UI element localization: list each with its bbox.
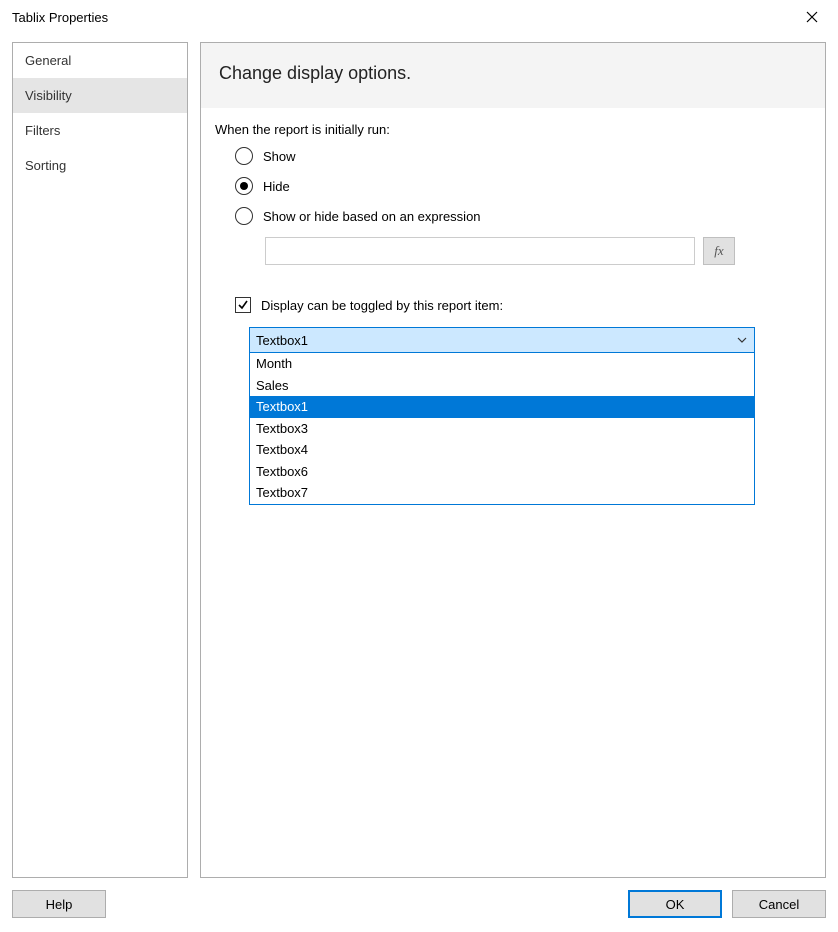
close-icon: [806, 11, 818, 23]
radio-row-show[interactable]: Show: [235, 147, 811, 165]
radio-show[interactable]: [235, 147, 253, 165]
list-item[interactable]: Textbox7: [250, 482, 754, 504]
expression-row: fx: [215, 237, 811, 265]
list-item[interactable]: Sales: [250, 375, 754, 397]
dropdown-value: Textbox1: [256, 333, 308, 348]
right-buttons: OK Cancel: [628, 890, 826, 918]
radio-expression-label: Show or hide based on an expression: [263, 209, 481, 224]
fx-button[interactable]: fx: [703, 237, 735, 265]
close-button[interactable]: [796, 1, 828, 33]
titlebar: Tablix Properties: [0, 0, 838, 34]
check-icon: [237, 299, 249, 311]
radio-row-hide[interactable]: Hide: [235, 177, 811, 195]
sidebar-item-general[interactable]: General: [13, 43, 187, 78]
toggle-checkbox-label: Display can be toggled by this report it…: [261, 298, 503, 313]
toggle-item-listbox[interactable]: Month Sales Textbox1 Textbox3 Textbox4 T…: [249, 353, 755, 505]
radio-group-initial-run: Show Hide Show or hide based on an expre…: [215, 147, 811, 225]
radio-row-expression[interactable]: Show or hide based on an expression: [235, 207, 811, 225]
sidebar-item-filters[interactable]: Filters: [13, 113, 187, 148]
toggle-item-dropdown[interactable]: Textbox1: [249, 327, 755, 353]
radio-expression[interactable]: [235, 207, 253, 225]
sidebar-item-sorting[interactable]: Sorting: [13, 148, 187, 183]
button-bar: Help OK Cancel: [12, 888, 826, 920]
radio-hide-label: Hide: [263, 179, 290, 194]
chevron-down-icon: [736, 334, 748, 346]
fx-icon: fx: [714, 243, 723, 259]
main-panel: Change display options. When the report …: [200, 42, 826, 878]
radio-show-label: Show: [263, 149, 296, 164]
cancel-button[interactable]: Cancel: [732, 890, 826, 918]
list-item[interactable]: Textbox4: [250, 439, 754, 461]
help-button[interactable]: Help: [12, 890, 106, 918]
expression-input[interactable]: [265, 237, 695, 265]
list-item[interactable]: Textbox1: [250, 396, 754, 418]
sidebar: General Visibility Filters Sorting: [12, 42, 188, 878]
list-item[interactable]: Textbox6: [250, 461, 754, 483]
panel-body: When the report is initially run: Show H…: [201, 108, 825, 519]
list-item[interactable]: Textbox3: [250, 418, 754, 440]
toggle-checkbox-row[interactable]: Display can be toggled by this report it…: [215, 297, 811, 313]
panel-heading: Change display options.: [201, 43, 825, 108]
toggle-item-dropdown-wrap: Textbox1 Month Sales Textbox1 Textbox3 T…: [215, 327, 811, 505]
radio-hide[interactable]: [235, 177, 253, 195]
toggle-checkbox[interactable]: [235, 297, 251, 313]
content-area: General Visibility Filters Sorting Chang…: [12, 42, 826, 878]
list-item[interactable]: Month: [250, 353, 754, 375]
ok-button[interactable]: OK: [628, 890, 722, 918]
window-title: Tablix Properties: [10, 10, 108, 25]
sidebar-item-visibility[interactable]: Visibility: [13, 78, 187, 113]
initial-run-label: When the report is initially run:: [215, 122, 811, 137]
